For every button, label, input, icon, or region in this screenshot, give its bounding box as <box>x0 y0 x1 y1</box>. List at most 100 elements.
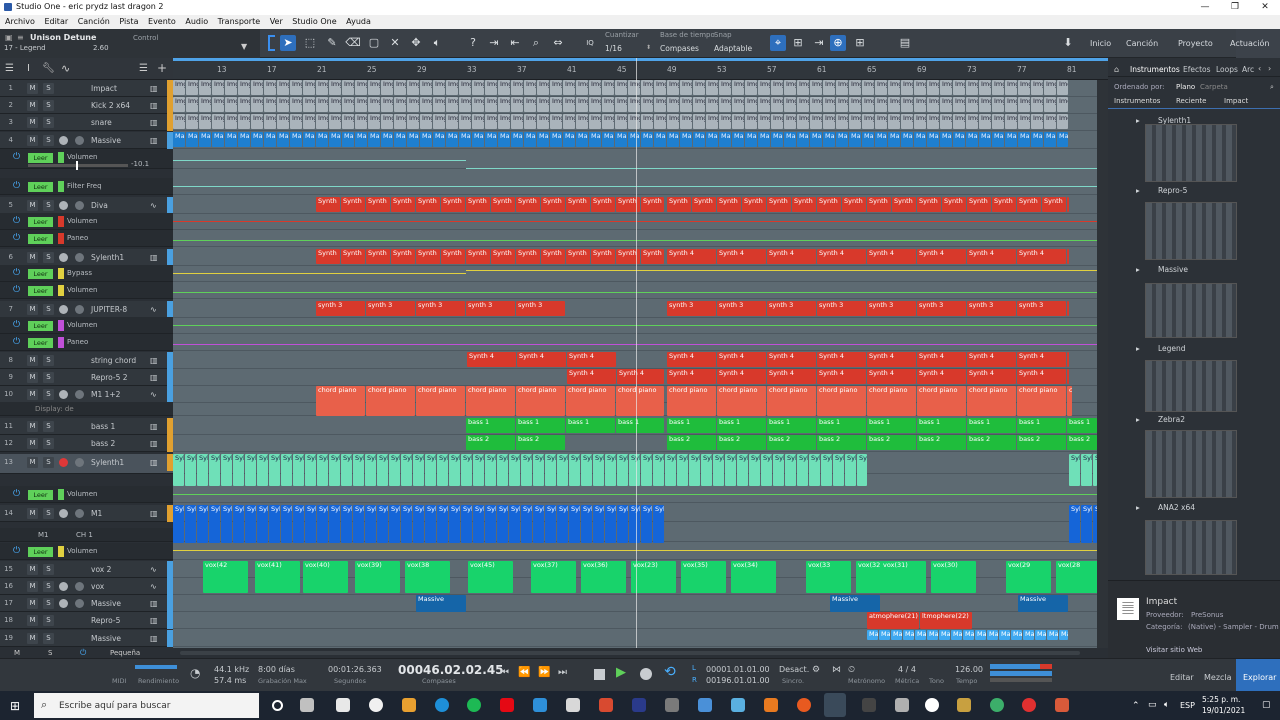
restore-icon[interactable]: ❐ <box>1220 0 1250 15</box>
instrument-clip[interactable]: Syl <box>221 505 232 543</box>
browser-item-arrow[interactable]: ▸ <box>1136 415 1140 424</box>
drum-clip[interactable]: Img <box>784 97 796 112</box>
solo-all-button[interactable]: S <box>48 649 52 657</box>
instrument-clip[interactable]: Ma <box>862 132 874 147</box>
drum-clip[interactable]: Img <box>251 80 263 95</box>
app-icon-5[interactable] <box>862 698 876 712</box>
drum-clip[interactable]: Img <box>381 114 393 129</box>
arrange-lane[interactable] <box>173 543 1097 560</box>
drum-clip[interactable]: Img <box>940 114 952 129</box>
automation-parameter[interactable]: Paneo <box>67 338 88 346</box>
solo-button[interactable]: S <box>43 615 54 626</box>
audio-clip[interactable]: vox(23) <box>631 561 676 593</box>
instrument-clip[interactable]: synth 3 <box>516 301 565 316</box>
drum-clip[interactable]: Img <box>693 80 705 95</box>
cortana-icon[interactable] <box>272 700 283 711</box>
power-icon[interactable]: ⏻ <box>13 181 20 191</box>
instrument-clip[interactable]: Synth <box>466 197 490 212</box>
instrument-clip[interactable]: Ma <box>939 630 950 640</box>
clock-time[interactable]: 5:25 p. m. <box>1202 695 1240 704</box>
instrument-clip[interactable]: Synth <box>942 197 966 212</box>
instrument-clip[interactable]: Syl <box>485 505 496 543</box>
instrument-clip[interactable]: Syl <box>737 454 748 486</box>
drum-clip[interactable]: Img <box>953 114 965 129</box>
drum-clip[interactable]: Img <box>485 114 497 129</box>
drum-clip[interactable]: Img <box>368 80 380 95</box>
instrument-clip[interactable]: Synth 4 <box>817 352 866 367</box>
plugin-thumbnail[interactable] <box>1145 124 1237 182</box>
eraser-tool-icon[interactable]: ⌫ <box>345 35 361 51</box>
instrument-clip[interactable]: chord piano <box>616 386 664 416</box>
instrument-clip[interactable]: Syl <box>569 454 580 486</box>
drum-clip[interactable]: Img <box>511 114 523 129</box>
instrument-clip[interactable]: Synth <box>792 197 816 212</box>
drum-clip[interactable]: Img <box>992 80 1004 95</box>
mute-button[interactable]: M <box>27 615 38 626</box>
drum-clip[interactable]: Img <box>771 114 783 129</box>
drum-clip[interactable]: Img <box>693 114 705 129</box>
instrument-clip[interactable]: chord piano <box>917 386 966 416</box>
instrument-clip[interactable]: Syl <box>725 454 736 486</box>
instrument-clip[interactable]: Ma <box>329 132 341 147</box>
instrument-clip[interactable]: Syl <box>281 454 292 486</box>
instrument-clip[interactable]: Synth 4 <box>667 352 716 367</box>
drum-clip[interactable]: Img <box>537 97 549 112</box>
drum-clip[interactable]: Img <box>524 114 536 129</box>
plugin-thumbnail[interactable] <box>1145 430 1237 498</box>
read-mode-button[interactable]: Leer <box>28 286 53 296</box>
instrument-clip[interactable]: Syl <box>365 454 376 486</box>
drum-clip[interactable]: Img <box>1005 114 1017 129</box>
instrument-clip[interactable]: Syl <box>857 454 867 486</box>
midi-device-select[interactable]: M1 <box>38 531 49 539</box>
menu-transporte[interactable]: Transporte <box>218 15 260 29</box>
instrument-clip[interactable]: Syl <box>341 505 352 543</box>
drum-clip[interactable]: Img <box>433 114 445 129</box>
instrument-clip[interactable]: chord piano <box>967 386 1016 416</box>
instrument-clip[interactable]: Syl <box>473 505 484 543</box>
track-header[interactable]: 12 M S bass 2 ▥ <box>0 435 173 452</box>
instrument-clip[interactable]: Syl <box>401 505 412 543</box>
solo-button[interactable]: S <box>43 135 54 146</box>
track-name[interactable]: Impact <box>91 84 117 93</box>
sync-value[interactable]: Desact. <box>779 665 809 674</box>
instrument-clip[interactable]: Ma <box>1005 132 1017 147</box>
save-icon[interactable]: ▤ <box>897 35 913 51</box>
arrange-lane[interactable] <box>173 595 1097 612</box>
drum-clip[interactable]: Img <box>589 97 601 112</box>
instrument-clip[interactable]: chord piano <box>1067 386 1072 416</box>
instrument-clip[interactable]: Syl <box>365 505 376 543</box>
drum-clip[interactable]: Img <box>680 80 692 95</box>
record-arm-button[interactable] <box>59 253 68 262</box>
record-icon[interactable] <box>640 668 652 680</box>
arrange-lane[interactable] <box>173 230 1097 247</box>
instrument-clip[interactable]: bass 2 <box>466 435 515 450</box>
instrument-clip[interactable]: Synth <box>366 197 390 212</box>
grid-menu-icon[interactable]: ⊞ <box>852 35 868 51</box>
metronome-settings-icon[interactable]: ⚙ <box>812 665 820 675</box>
instrument-clip[interactable]: Synth 4 <box>1067 352 1069 367</box>
instrument-clip[interactable]: Synth <box>316 197 340 212</box>
drum-clip[interactable]: Img <box>1057 80 1068 95</box>
instrument-clip[interactable]: Ma <box>472 132 484 147</box>
drum-clip[interactable]: Img <box>576 114 588 129</box>
drum-clip[interactable]: Img <box>199 80 211 95</box>
cpu-icon[interactable]: ◔ <box>190 666 200 680</box>
instrument-clip[interactable]: Ma <box>1035 630 1046 640</box>
instrument-clip[interactable]: Ma <box>550 132 562 147</box>
instrument-clip[interactable]: Syl <box>497 505 508 543</box>
drum-clip[interactable]: Img <box>732 114 744 129</box>
instrument-clip[interactable]: Syl <box>509 454 520 486</box>
drum-clip[interactable]: Img <box>979 97 991 112</box>
instrument-clip[interactable]: Ma <box>784 132 796 147</box>
solo-button[interactable]: S <box>43 598 54 609</box>
instrument-clip[interactable]: Synth 4 <box>917 352 966 367</box>
instrument-clip[interactable]: Syl <box>461 505 472 543</box>
drum-clip[interactable]: Img <box>355 114 367 129</box>
read-mode-button[interactable]: Leer <box>28 338 53 348</box>
instrument-clip[interactable]: Ma <box>1011 630 1022 640</box>
drum-clip[interactable]: Img <box>290 97 302 112</box>
download-icon[interactable]: ⬇ <box>1060 35 1076 51</box>
drum-clip[interactable]: Img <box>927 97 939 112</box>
instrument-clip[interactable]: Ma <box>758 132 770 147</box>
instrument-clip[interactable]: Ma <box>355 132 367 147</box>
